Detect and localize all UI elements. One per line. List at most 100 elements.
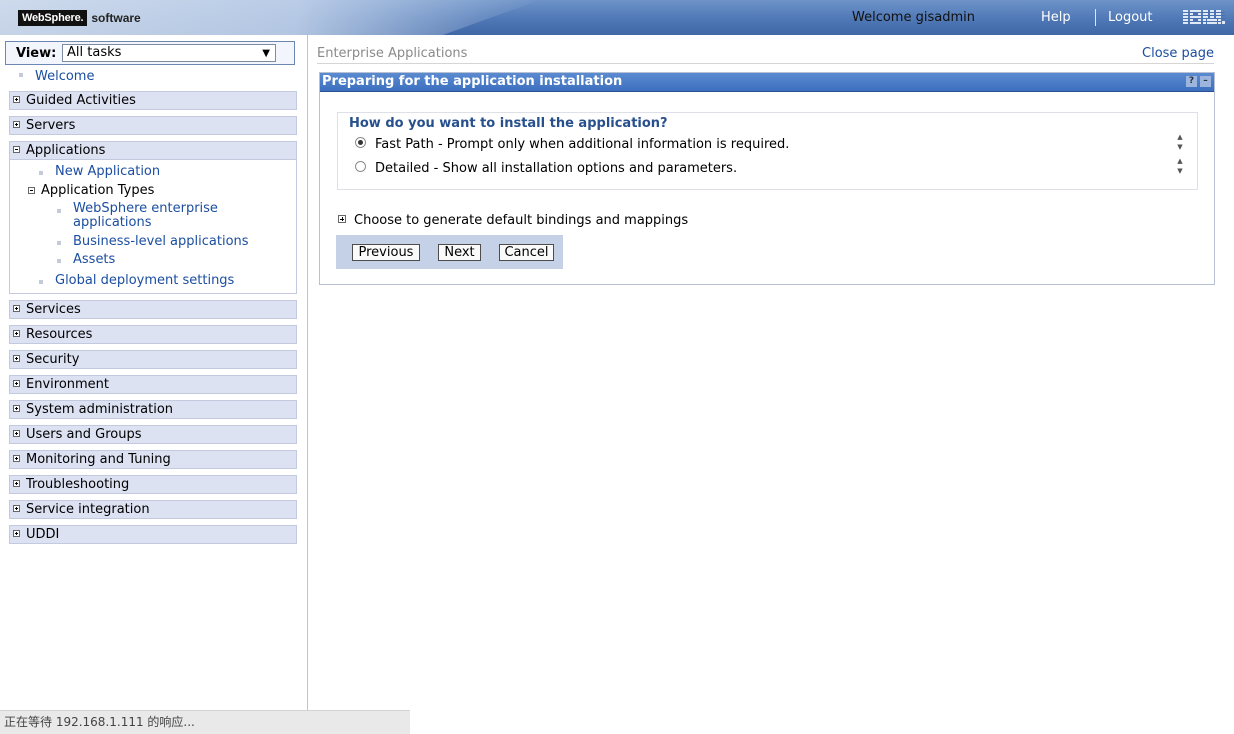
scroll-down-icon[interactable]: ▼ (1174, 142, 1186, 152)
nav-category-services[interactable]: Services (9, 300, 297, 319)
nav-item-label-line2[interactable]: applications (73, 216, 218, 230)
nav-category-guided-activities[interactable]: Guided Activities (9, 91, 297, 110)
bullet-icon (57, 241, 61, 245)
scroll-arrows-2[interactable]: ▲ ▼ (1174, 156, 1186, 176)
nav-category-label: Service integration (26, 502, 150, 517)
breadcrumb[interactable]: Enterprise Applications (317, 46, 467, 61)
collapse-icon[interactable] (13, 146, 20, 153)
nav-category-label: Services (26, 302, 81, 317)
nav-item-websphere-enterprise-applications[interactable]: WebSphere enterprise applications (57, 202, 218, 230)
expand-icon[interactable] (13, 305, 20, 312)
bullet-icon (39, 171, 43, 175)
view-filter: View: All tasks ▼ (5, 41, 295, 65)
breadcrumb-divider (317, 63, 1214, 64)
expand-icon[interactable] (13, 430, 20, 437)
expand-icon[interactable] (13, 480, 20, 487)
expand-icon[interactable] (13, 505, 20, 512)
expand-icon[interactable] (13, 405, 20, 412)
nav-category-label: Troubleshooting (26, 477, 130, 492)
top-banner: WebSphere. software Welcome gisadmin Hel… (0, 0, 1234, 35)
nav-category-label: Resources (26, 327, 93, 342)
expand-icon[interactable] (13, 380, 20, 387)
nav-category-label: Monitoring and Tuning (26, 452, 171, 467)
nav-category-security[interactable]: Security (9, 350, 297, 369)
nav-item-label[interactable]: New Application (55, 164, 160, 179)
nav-item-application-types[interactable]: Application Types (28, 183, 154, 198)
navigation-panel: View: All tasks ▼ Welcome Guided Activit… (0, 35, 308, 710)
nav-category-users-and-groups[interactable]: Users and Groups (9, 425, 297, 444)
view-label: View: (16, 46, 57, 61)
nav-item-business-level-applications[interactable]: Business-level applications (57, 234, 249, 249)
nav-category-label: Guided Activities (26, 93, 136, 108)
websphere-logo: WebSphere. software (18, 9, 141, 27)
nav-category-monitoring-and-tuning[interactable]: Monitoring and Tuning (9, 450, 297, 469)
help-link[interactable]: Help (1041, 10, 1071, 25)
nav-item-welcome[interactable]: Welcome (19, 69, 94, 84)
nav-category-uddi[interactable]: UDDI (9, 525, 297, 544)
view-select[interactable]: All tasks ▼ (62, 44, 276, 62)
nav-category-servers[interactable]: Servers (9, 116, 297, 135)
logout-link[interactable]: Logout (1108, 10, 1153, 25)
nav-category-label: Security (26, 352, 80, 367)
nav-item-label-line1[interactable]: WebSphere enterprise (73, 202, 218, 216)
nav-category-resources[interactable]: Resources (9, 325, 297, 344)
nav-category-system-administration[interactable]: System administration (9, 400, 297, 419)
panel-title: Preparing for the application installati… (322, 74, 623, 89)
nav-item-label[interactable]: Business-level applications (73, 234, 249, 249)
nav-item-label: Application Types (41, 183, 155, 198)
next-button[interactable]: Next (438, 244, 481, 261)
bullet-icon (39, 280, 43, 284)
nav-item-assets[interactable]: Assets (57, 252, 115, 267)
nav-item-global-deployment-settings[interactable]: Global deployment settings (39, 273, 234, 288)
expand-icon[interactable] (13, 530, 20, 537)
install-method-question: How do you want to install the applicati… (349, 116, 668, 131)
nav-welcome-label[interactable]: Welcome (35, 69, 94, 84)
fast-path-label[interactable]: Fast Path - Prompt only when additional … (375, 137, 789, 152)
nav-category-label: System administration (26, 402, 174, 417)
expand-bindings-icon[interactable] (338, 215, 346, 223)
cancel-button[interactable]: Cancel (499, 244, 554, 261)
nav-category-label: Applications (26, 143, 106, 158)
expand-icon[interactable] (13, 455, 20, 462)
scroll-down-icon[interactable]: ▼ (1174, 166, 1186, 176)
close-page-link[interactable]: Close page (1142, 46, 1214, 61)
ibm-logo-icon (1183, 10, 1225, 24)
expand-icon[interactable] (13, 330, 20, 337)
expand-icon[interactable] (13, 121, 20, 128)
scroll-up-icon[interactable]: ▲ (1174, 132, 1186, 142)
nav-item-new-application[interactable]: New Application (39, 164, 160, 179)
fast-path-radio[interactable] (355, 137, 366, 148)
dropdown-arrow-icon: ▼ (262, 48, 270, 59)
bullet-icon (57, 209, 61, 213)
nav-category-label: UDDI (26, 527, 60, 542)
brand-main: WebSphere. (18, 10, 88, 26)
view-select-value: All tasks (67, 45, 122, 60)
nav-category-label: Environment (26, 377, 110, 392)
bullet-icon (19, 73, 23, 77)
nav-category-environment[interactable]: Environment (9, 375, 297, 394)
previous-button[interactable]: Previous (352, 244, 420, 261)
nav-category-service-integration[interactable]: Service integration (9, 500, 297, 519)
scroll-arrows-1[interactable]: ▲ ▼ (1174, 132, 1186, 152)
minimize-icon[interactable]: – (1200, 76, 1211, 87)
welcome-user-text: Welcome gisadmin (852, 10, 975, 25)
nav-item-label[interactable]: Assets (73, 252, 115, 267)
panel-title-bar: Preparing for the application installati… (320, 73, 1214, 92)
browser-status-bar: 正在等待 192.168.1.111 的响应... (0, 710, 410, 734)
expand-icon[interactable] (13, 355, 20, 362)
nav-category-troubleshooting[interactable]: Troubleshooting (9, 475, 297, 494)
header-divider (1095, 9, 1096, 26)
bindings-expander-label[interactable]: Choose to generate default bindings and … (354, 213, 688, 228)
nav-item-label[interactable]: Global deployment settings (55, 273, 234, 288)
detailed-label[interactable]: Detailed - Show all installation options… (375, 161, 737, 176)
nav-category-applications[interactable]: Applications (9, 141, 297, 160)
detailed-radio[interactable] (355, 161, 366, 172)
nav-category-label: Servers (26, 118, 76, 133)
bullet-icon (57, 259, 61, 263)
scroll-up-icon[interactable]: ▲ (1174, 156, 1186, 166)
expand-icon[interactable] (13, 96, 20, 103)
nav-category-label: Users and Groups (26, 427, 142, 442)
brand-sub: software (91, 11, 141, 25)
help-icon[interactable]: ? (1186, 76, 1197, 87)
collapse-icon[interactable] (28, 187, 35, 194)
